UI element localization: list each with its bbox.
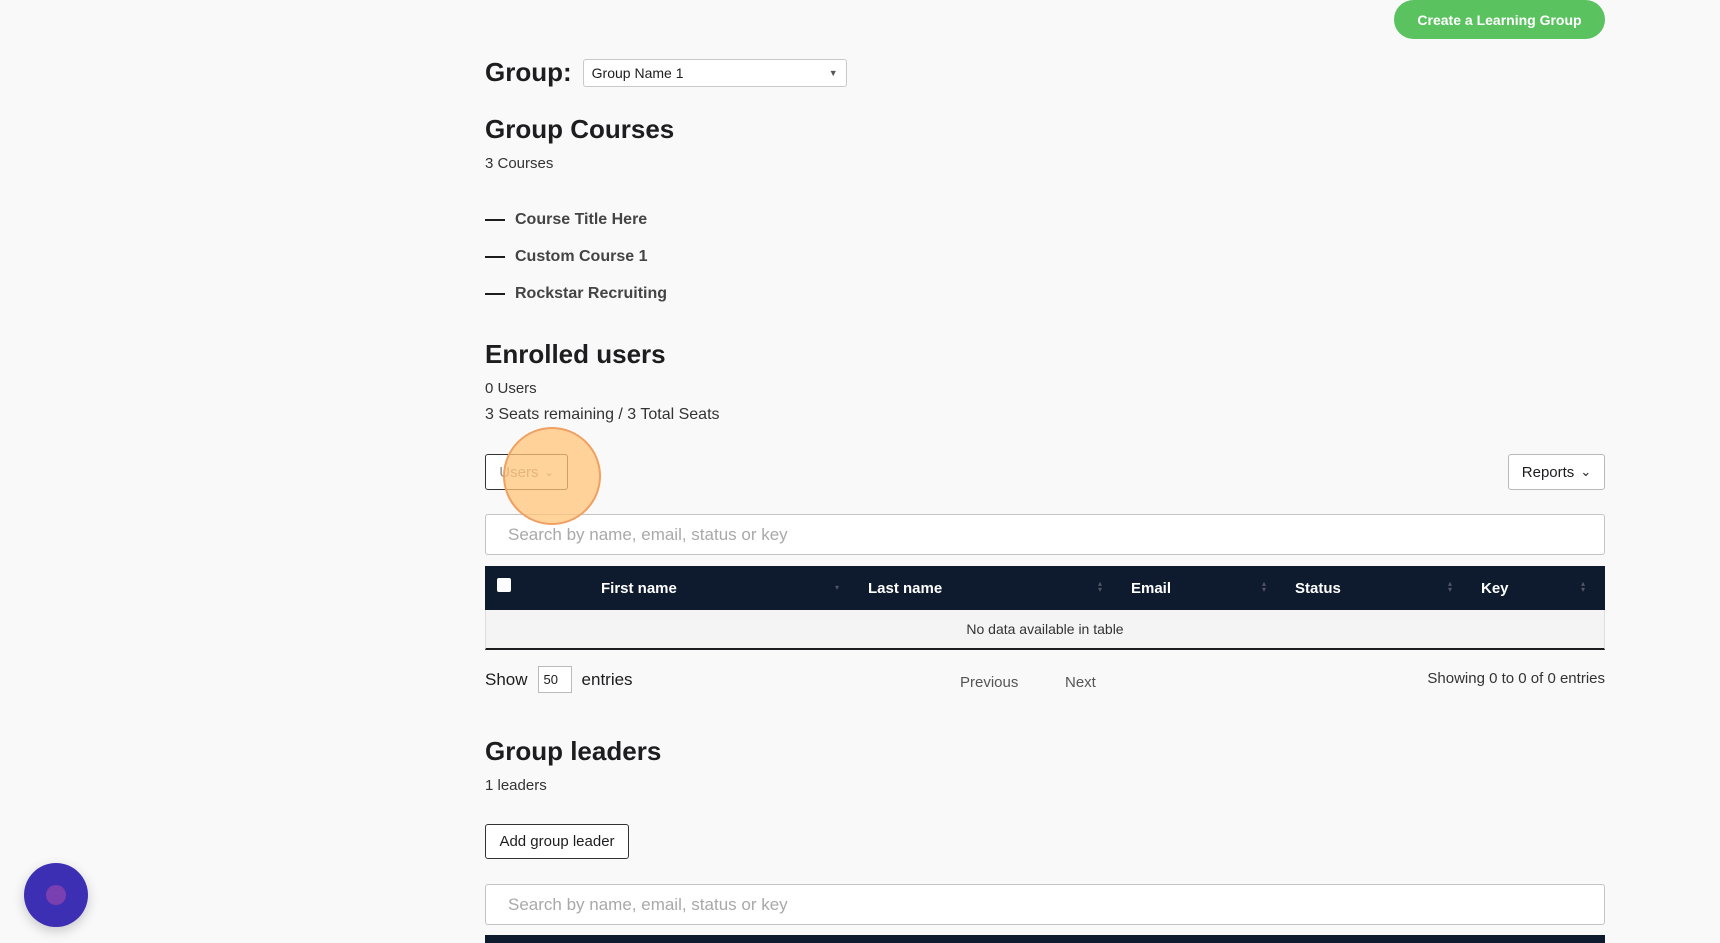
leaders-table-header bbox=[485, 935, 1605, 943]
group-courses-title: Group Courses bbox=[485, 114, 675, 144]
reports-dropdown-button[interactable]: Reports ⌄ bbox=[1508, 454, 1605, 490]
courses-count: 3 Courses bbox=[485, 155, 554, 172]
entries-label: entries bbox=[581, 669, 633, 689]
show-label: Show bbox=[485, 669, 528, 689]
dash-icon bbox=[485, 219, 505, 221]
next-page-button[interactable]: Next bbox=[1065, 674, 1096, 691]
group-leaders-title: Group leaders bbox=[485, 736, 662, 766]
table-empty-row: No data available in table bbox=[485, 610, 1605, 650]
sort-icon: ▴ ▾ bbox=[1098, 579, 1103, 594]
main-content: Create a Learning Group Group: Group Nam… bbox=[485, 0, 1605, 943]
group-select-value: Group Name 1 bbox=[591, 64, 684, 81]
leaders-search-field[interactable] bbox=[485, 884, 1605, 925]
enrolled-search-input[interactable] bbox=[506, 523, 1584, 546]
users-dropdown-label: Users bbox=[499, 463, 539, 481]
page-size-input[interactable]: 50 bbox=[537, 666, 572, 693]
course-item[interactable]: Custom Course 1 bbox=[485, 248, 647, 266]
add-group-leader-button[interactable]: Add group leader bbox=[485, 824, 629, 859]
dash-icon bbox=[485, 256, 505, 258]
enrolled-users-title: Enrolled users bbox=[485, 339, 666, 369]
users-count: 0 Users bbox=[485, 380, 537, 397]
page-size-control: Show 50 entries bbox=[485, 666, 633, 693]
create-learning-group-button[interactable]: Create a Learning Group bbox=[1394, 0, 1605, 39]
select-all-checkbox[interactable] bbox=[497, 578, 511, 592]
column-status[interactable]: Status bbox=[1295, 566, 1341, 610]
showing-entries-info: Showing 0 to 0 of 0 entries bbox=[1427, 670, 1605, 687]
column-first-name[interactable]: First name bbox=[601, 566, 677, 610]
sort-icon: ▴ ▾ bbox=[1262, 579, 1267, 594]
dash-icon bbox=[485, 293, 505, 295]
course-title: Custom Course 1 bbox=[515, 248, 648, 265]
course-item[interactable]: Course Title Here bbox=[485, 211, 647, 229]
leaders-search-input[interactable] bbox=[506, 893, 1584, 916]
seats-remaining: 3 Seats remaining / 3 Total Seats bbox=[485, 406, 720, 423]
dropdown-arrow-icon: ▼ bbox=[828, 67, 838, 78]
enrolled-table-header: First name ▾ Last name ▴ ▾ Email ▴ ▾ Statu… bbox=[485, 566, 1605, 610]
users-dropdown-button[interactable]: Users ⌄ bbox=[485, 454, 568, 490]
chevron-down-icon: ⌄ bbox=[1580, 464, 1592, 479]
column-key[interactable]: Key bbox=[1481, 566, 1509, 610]
course-title: Rockstar Recruiting bbox=[515, 285, 668, 302]
enrolled-search-field[interactable] bbox=[485, 514, 1605, 555]
group-select[interactable]: Group Name 1 ▼ bbox=[582, 58, 847, 87]
reports-dropdown-label: Reports bbox=[1521, 463, 1575, 481]
course-item[interactable]: Rockstar Recruiting bbox=[485, 285, 667, 303]
group-selector-row: Group: Group Name 1 ▼ bbox=[485, 57, 847, 88]
course-title: Course Title Here bbox=[515, 211, 648, 228]
previous-page-button[interactable]: Previous bbox=[960, 674, 1018, 691]
leaders-count: 1 leaders bbox=[485, 777, 547, 794]
sort-icon: ▴ ▾ bbox=[1448, 579, 1453, 594]
group-label: Group: bbox=[485, 57, 572, 87]
column-last-name[interactable]: Last name bbox=[868, 566, 942, 610]
empty-message: No data available in table bbox=[966, 621, 1124, 637]
column-email[interactable]: Email bbox=[1131, 566, 1171, 610]
chevron-down-icon: ⌄ bbox=[544, 466, 554, 479]
chat-icon bbox=[46, 885, 66, 905]
sort-desc-icon: ▾ bbox=[835, 583, 840, 592]
chat-launcher-button[interactable] bbox=[24, 863, 88, 927]
sort-icon: ▴ ▾ bbox=[1581, 579, 1586, 594]
